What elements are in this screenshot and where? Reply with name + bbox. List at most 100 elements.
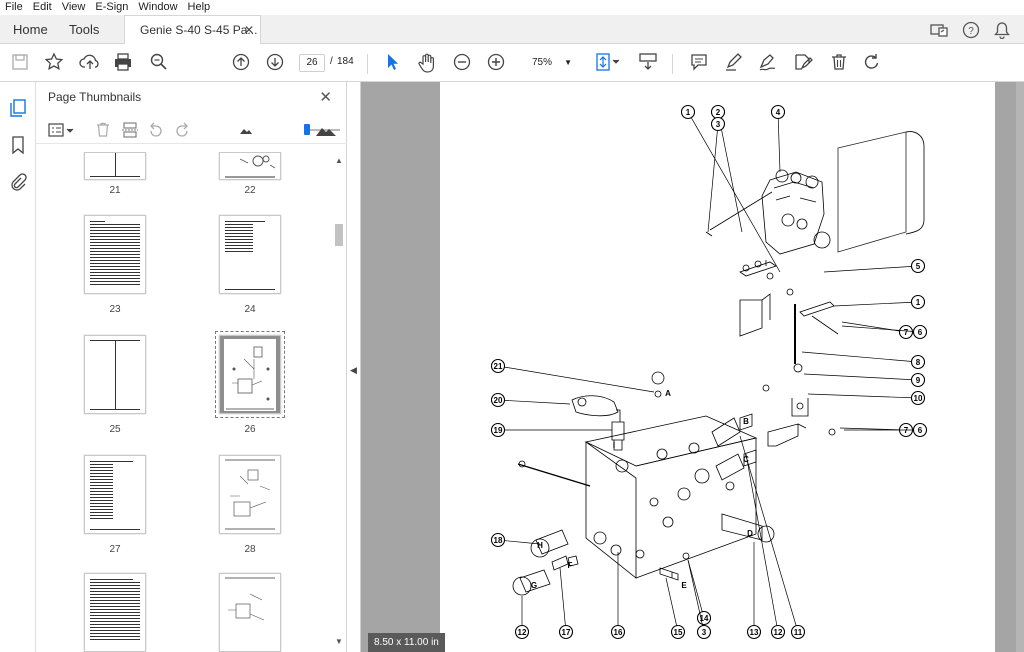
tab-document-label: Genie S-40 S-45 Pa... (140, 23, 258, 37)
zoom-level-select[interactable]: 75% ▼ (521, 54, 577, 72)
tab-tools[interactable]: Tools (69, 15, 99, 44)
page-number-input[interactable]: 26 (299, 54, 325, 72)
close-panel-icon[interactable]: ✕ (319, 88, 332, 106)
previous-page-icon[interactable] (231, 52, 251, 72)
draw-sign-icon[interactable] (757, 52, 779, 72)
bookmark-star-icon[interactable] (44, 52, 64, 72)
chevron-down-icon: ▼ (564, 58, 572, 67)
port-label-F: F (568, 561, 573, 570)
callout-number: 13 (750, 628, 759, 637)
chevron-left-icon: ◀ (350, 365, 357, 375)
diagram-preview-icon (226, 346, 274, 410)
callout-leader-line (497, 365, 655, 393)
zoom-search-icon[interactable] (149, 52, 169, 72)
rotate-left-icon[interactable] (147, 122, 165, 138)
rotate-right-icon[interactable] (173, 122, 191, 138)
zoom-in-icon[interactable] (486, 52, 506, 72)
callout-14: 20 (490, 392, 571, 408)
callout-leader-line (687, 559, 705, 619)
thumbnail-label: 22 (244, 185, 256, 196)
fit-page-icon[interactable] (594, 52, 622, 72)
menu-esign[interactable]: E-Sign (90, 0, 133, 15)
callout-number: 16 (614, 628, 623, 637)
zoom-out-icon[interactable] (452, 52, 472, 72)
diagram-port-labels: A B C D E F G H I (531, 389, 753, 590)
thumbnail-page-27[interactable] (84, 455, 146, 534)
panel-collapse-handle[interactable]: ◀ (347, 82, 361, 652)
help-icon[interactable]: ? (962, 21, 980, 39)
delete-page-icon[interactable] (94, 122, 112, 138)
menu-edit[interactable]: Edit (28, 0, 57, 15)
callout-number: 18 (494, 536, 503, 545)
scroll-up-icon[interactable]: ▲ (335, 156, 343, 165)
thumbnail-label: 23 (109, 304, 121, 315)
thumbnail-page-28[interactable] (219, 455, 281, 534)
callout-number: 12 (774, 628, 783, 637)
callout-number: 5 (916, 262, 921, 271)
thumbnail-page-21[interactable] (84, 152, 146, 180)
scroll-down-icon[interactable]: ▼ (335, 637, 343, 646)
callout-leader-line (559, 567, 567, 633)
thumbnail-page-23[interactable] (84, 215, 146, 294)
menu-view[interactable]: View (57, 0, 91, 15)
thumbnail-label: 25 (109, 424, 121, 435)
callout-6: 7 (841, 321, 914, 340)
document-view[interactable]: 1 2 3 4 5 1 7 6 8 9 10 7 6 21 20 19 18 12 17 16 15 14 3 13 12 11 … (361, 82, 1024, 652)
callout-leader-line (745, 453, 779, 633)
thumbnail-label: 21 (109, 185, 121, 196)
menu-help[interactable]: Help (183, 0, 216, 15)
thumbnail-page-24[interactable] (219, 215, 281, 294)
thumbnail-page-29-partial[interactable] (84, 573, 146, 652)
callout-number: 15 (674, 628, 683, 637)
callout-number: 9 (916, 376, 921, 385)
thumbnail-scrollbar[interactable]: ▲ ▼ (331, 152, 346, 652)
scrollbar-thumb[interactable] (335, 224, 343, 246)
callout-leader-line (665, 577, 679, 633)
thumbnail-label: 24 (244, 304, 256, 315)
delete-icon[interactable] (829, 52, 849, 72)
rotate-icon[interactable] (862, 52, 882, 72)
share-screen-icon[interactable] (930, 22, 948, 38)
thumbnail-label: 26 (244, 424, 256, 435)
callout-number: 11 (794, 628, 803, 637)
small-thumbnails-icon[interactable] (239, 122, 253, 138)
callout-7: 6 (841, 324, 928, 340)
thumbnail-page-30-partial[interactable] (219, 573, 281, 652)
acrobat-window: File Edit View E-Sign Window Help Home T… (0, 0, 1024, 652)
thumbnails-panel: Page Thumbnails ✕ 21 22 23 24 25 26 27 2… (36, 82, 347, 652)
select-cursor-icon[interactable] (383, 52, 401, 72)
save-icon[interactable] (11, 52, 29, 72)
port-label-G: G (531, 581, 537, 590)
slider-knob[interactable] (304, 124, 310, 135)
page-size-indicator: 8.50 x 11.00 in (368, 633, 445, 652)
close-tab-icon[interactable]: ✕ (244, 16, 254, 45)
large-thumbnails-icon[interactable] (315, 122, 337, 138)
attachments-icon[interactable] (9, 172, 27, 192)
document-scrollbar[interactable] (1016, 82, 1024, 652)
cloud-upload-icon[interactable] (79, 52, 101, 72)
highlight-pen-icon[interactable] (723, 52, 745, 72)
tab-document[interactable]: Genie S-40 S-45 Pa... ✕ (124, 15, 261, 45)
thumbnail-page-22[interactable] (219, 152, 281, 180)
bookmarks-icon[interactable] (9, 135, 27, 155)
tab-home[interactable]: Home (13, 15, 48, 44)
callout-number: 6 (918, 426, 923, 435)
insert-page-icon[interactable] (121, 122, 139, 138)
callout-number: 8 (916, 358, 921, 367)
callout-4: 5 (823, 258, 926, 274)
print-icon[interactable] (113, 52, 133, 72)
fill-sign-icon[interactable] (792, 52, 814, 72)
menu-file[interactable]: File (0, 0, 28, 15)
thumbnail-page-25[interactable] (84, 335, 146, 414)
callout-number: 7 (904, 328, 909, 337)
thumbnail-label: 27 (109, 544, 121, 555)
menu-window[interactable]: Window (133, 0, 182, 15)
thumbnail-options-icon[interactable] (47, 122, 77, 138)
notifications-icon[interactable] (994, 21, 1010, 39)
scroll-mode-icon[interactable] (637, 52, 659, 72)
comment-icon[interactable] (689, 52, 709, 72)
hand-tool-icon[interactable] (416, 52, 438, 74)
thumbnail-page-26-selected[interactable] (215, 331, 285, 418)
next-page-icon[interactable] (265, 52, 285, 72)
page-thumbnails-icon[interactable] (9, 98, 27, 118)
